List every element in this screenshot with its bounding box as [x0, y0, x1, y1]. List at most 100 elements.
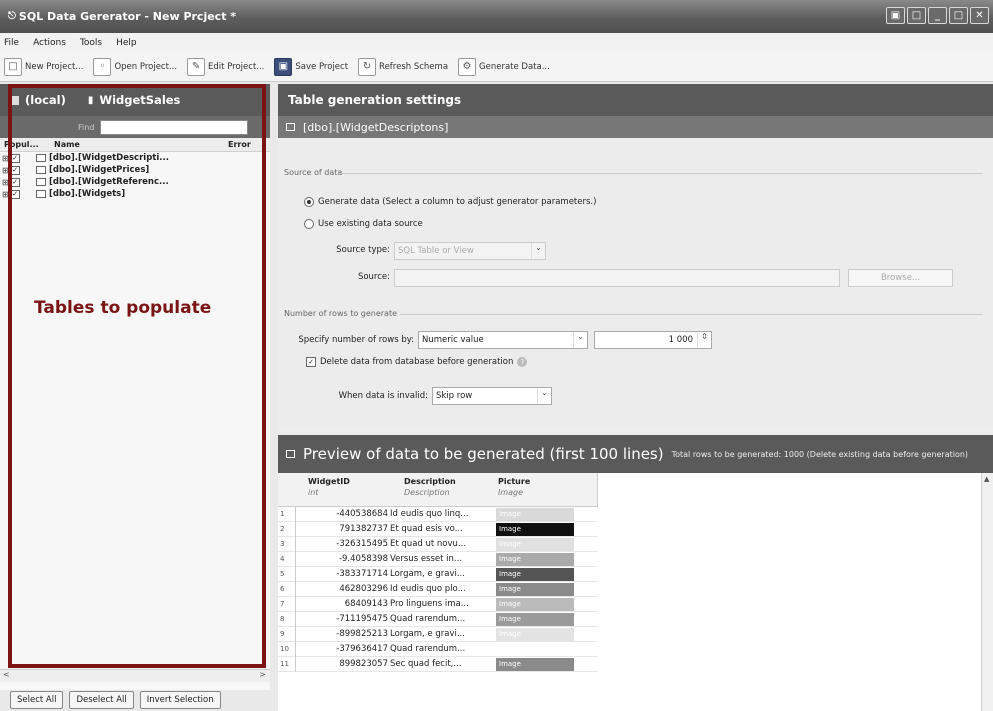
table-row[interactable]: 10 -379636417 Quad rarendum...	[278, 642, 598, 657]
section-divider	[338, 173, 983, 174]
menu-actions[interactable]: Actions	[33, 38, 66, 48]
menu-tools[interactable]: Tools	[80, 38, 102, 48]
cell-description: Sec quad fecit,...	[390, 659, 462, 669]
generation-settings: Source of data Generate data (Select a c…	[278, 138, 993, 428]
chevron-down-icon: ⌄	[537, 388, 551, 404]
table-row[interactable]: 5 -383371714 Lorgam, e gravi... Image	[278, 567, 598, 582]
cell-description: Id eudis quo linq...	[390, 509, 469, 519]
invalid-data-value: Skip row	[436, 391, 473, 401]
cell-description: Quad rarendum...	[390, 644, 466, 654]
refresh-schema-label: Refresh Schema	[379, 61, 449, 72]
cell-description: Pro linguens ima...	[390, 599, 469, 609]
specify-rows-label: Specify number of rows by:	[298, 335, 414, 345]
generate-data-button[interactable]: ⚙ Generate Data...	[458, 57, 550, 76]
horizontal-scrollbar[interactable]: < >	[0, 669, 270, 682]
browse-button[interactable]: Browse...	[848, 269, 953, 287]
new-project-label: New Project...	[25, 61, 84, 72]
source-type-select[interactable]: SQL Table or View ⌄	[394, 242, 546, 260]
cell-picture: Image	[496, 538, 574, 551]
row-number: 10	[278, 642, 296, 657]
cell-description: Versus esset in...	[390, 554, 463, 564]
row-count-stepper[interactable]: 1 000 ⇕	[594, 331, 712, 349]
table-row[interactable]: 3 -326315495 Et quad ut novu... Image	[278, 537, 598, 552]
table-icon	[286, 123, 295, 131]
select-all-button[interactable]: Select All	[10, 690, 64, 709]
table-row[interactable]: 1 -440538684 Id eudis quo linq... Image	[278, 507, 598, 522]
cell-widgetid: 68409143	[344, 599, 388, 609]
table-row[interactable]: 11 899823057 Sec quad fecit,... Image	[278, 657, 598, 672]
column-header-widgetid[interactable]: WidgetID int	[308, 477, 350, 497]
annotation-frame	[8, 84, 266, 668]
cell-picture: Image	[496, 658, 574, 671]
close-button[interactable]: ✕	[970, 7, 989, 24]
checkbox-checked-icon: ✓	[306, 357, 316, 367]
specify-rows-value: Numeric value	[422, 335, 484, 345]
column-header-description[interactable]: Description Description	[404, 477, 456, 497]
rows-section-title: Number of rows to generate	[284, 309, 398, 318]
scroll-up-icon[interactable]: ▲	[984, 475, 989, 483]
row-number: 1	[278, 507, 296, 522]
table-row[interactable]: 7 68409143 Pro linguens ima... Image	[278, 597, 598, 612]
row-number: 8	[278, 612, 296, 627]
vertical-scrollbar[interactable]: ▲	[981, 473, 993, 711]
cell-widgetid: -379636417	[336, 644, 388, 654]
row-number: 6	[278, 582, 296, 597]
cell-picture: Image	[496, 568, 574, 581]
delete-data-checkbox[interactable]: ✓ Delete data from database before gener…	[306, 357, 528, 367]
refresh-icon: ↻	[358, 57, 377, 76]
selected-table-name: [dbo].[WidgetDescriptons]	[303, 120, 449, 134]
preview-grid: WidgetID int Description Description Pic…	[278, 473, 993, 711]
source-type-value: SQL Table or View	[398, 246, 474, 256]
annotation-caption: Tables to populate	[34, 298, 212, 318]
preview-header: Preview of data to be generated (first 1…	[278, 435, 993, 473]
invalid-data-label: When data is invalid:	[338, 391, 428, 401]
new-project-button[interactable]: □ New Project...	[4, 57, 84, 76]
row-number: 4	[278, 552, 296, 567]
source-type-label: Source type:	[336, 245, 390, 255]
table-row[interactable]: 2 791382737 Et quad esis vo... Image	[278, 522, 598, 537]
cell-description: Lorgam, e gravi...	[390, 569, 465, 579]
cell-widgetid: 899823057	[339, 659, 388, 669]
column-name: Description	[404, 477, 456, 486]
stepper-icon[interactable]: ⇕	[697, 332, 711, 348]
menu-help[interactable]: Help	[116, 38, 137, 48]
maximize-button[interactable]: □	[949, 7, 968, 24]
scroll-right-icon[interactable]: >	[259, 670, 266, 679]
table-row[interactable]: 6 462803296 Id eudis quo plo... Image	[278, 582, 598, 597]
menu-bar: File Actions Tools Help	[0, 33, 993, 52]
specify-rows-select[interactable]: Numeric value ⌄	[418, 331, 588, 349]
minimize-button[interactable]: _	[928, 7, 947, 24]
cell-widgetid: 462803296	[339, 584, 388, 594]
cell-picture: Image	[496, 553, 574, 566]
selection-buttons: Select All Deselect All Invert Selection	[0, 688, 270, 711]
invert-selection-button[interactable]: Invert Selection	[139, 690, 221, 709]
table-row[interactable]: 4 -9.4058398 Versus esset in... Image	[278, 552, 598, 567]
app-icon: ⎋	[8, 11, 16, 22]
open-project-button[interactable]: ◦ Open Project...	[93, 57, 177, 76]
window-icon[interactable]: □	[907, 7, 926, 24]
column-type: Image	[498, 488, 524, 497]
table-row[interactable]: 9 -899825213 Lorgam, e gravi... Image	[278, 627, 598, 642]
selected-table-bar: [dbo].[WidgetDescriptons]	[278, 116, 993, 138]
menu-file[interactable]: File	[4, 38, 19, 48]
cell-picture: Image	[496, 628, 574, 641]
row-number: 2	[278, 522, 296, 537]
row-number: 11	[278, 657, 296, 672]
help-icon[interactable]: ?	[517, 357, 528, 367]
source-label: Source:	[357, 272, 390, 282]
source-input[interactable]	[394, 269, 840, 287]
edit-project-button[interactable]: ✎ Edit Project...	[187, 57, 264, 76]
column-name: Picture	[498, 477, 531, 486]
table-row[interactable]: 8 -711195475 Quad rarendum... Image	[278, 612, 598, 627]
column-type: int	[308, 488, 319, 497]
refresh-schema-button[interactable]: ↻ Refresh Schema	[358, 57, 449, 76]
scroll-left-icon[interactable]: <	[3, 670, 10, 679]
cell-description: Et quad esis vo...	[390, 524, 463, 534]
save-project-button[interactable]: ▣ Save Project	[274, 57, 348, 76]
restore-icon[interactable]: ▣	[886, 7, 905, 24]
invalid-data-select[interactable]: Skip row ⌄	[432, 387, 552, 405]
existing-source-radio[interactable]: Use existing data source	[304, 219, 423, 229]
column-header-picture[interactable]: Picture Image	[498, 477, 530, 497]
deselect-all-button[interactable]: Deselect All	[69, 690, 134, 709]
generate-data-radio[interactable]: Generate data (Select a column to adjust…	[304, 197, 596, 207]
